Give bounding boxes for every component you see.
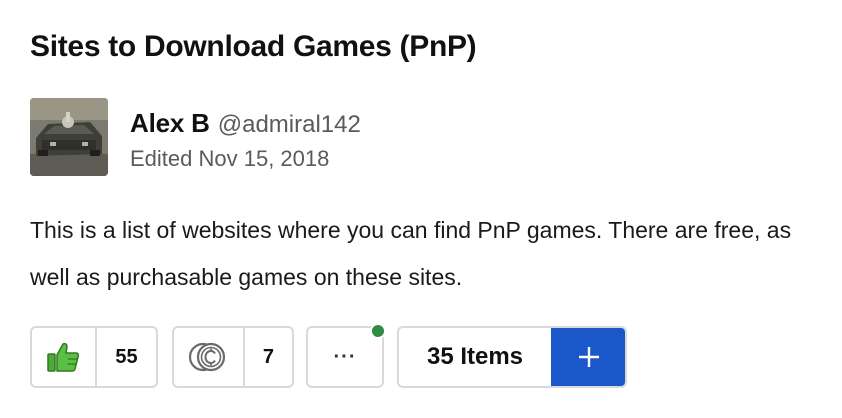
avatar-image bbox=[30, 98, 108, 176]
items-button-group: 35 Items bbox=[397, 326, 627, 388]
plus-icon bbox=[579, 347, 599, 367]
author-name[interactable]: Alex B bbox=[130, 108, 210, 138]
thumbs-up-icon bbox=[47, 342, 80, 372]
edited-date: Edited Nov 15, 2018 bbox=[130, 146, 330, 171]
list-description: This is a list of websites where you can… bbox=[30, 217, 792, 290]
thumbs-up-count[interactable]: 55 bbox=[97, 328, 156, 386]
add-item-button[interactable] bbox=[551, 328, 625, 386]
thumbs-up-button-group: 55 bbox=[30, 326, 158, 388]
geekgold-button-group: 7 bbox=[172, 326, 294, 388]
thumbs-up-button[interactable] bbox=[32, 328, 97, 386]
items-count-button[interactable]: 35 Items bbox=[399, 328, 551, 386]
author-line: Alex B @admiral142 bbox=[130, 108, 361, 139]
notification-dot bbox=[370, 323, 386, 339]
geekgold-button[interactable] bbox=[174, 328, 245, 386]
avatar[interactable] bbox=[30, 98, 108, 176]
geekgold-count[interactable]: 7 bbox=[245, 328, 292, 386]
geekgold-coin-icon bbox=[189, 342, 226, 372]
author-handle[interactable]: @admiral142 bbox=[218, 111, 361, 138]
list-title: Sites to Download Games (PnP) bbox=[30, 30, 477, 63]
